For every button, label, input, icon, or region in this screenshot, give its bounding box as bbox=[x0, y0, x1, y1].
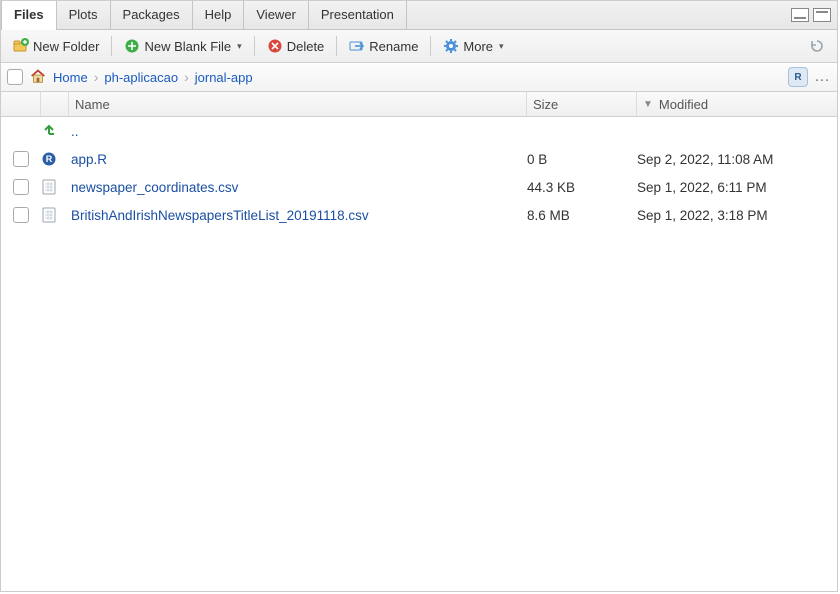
col-modified-header[interactable]: ▼ Modified bbox=[637, 92, 837, 116]
col-size-header[interactable]: Size bbox=[527, 92, 637, 116]
file-name[interactable]: BritishAndIrishNewspapersTitleList_20191… bbox=[71, 208, 369, 223]
tab-presentation[interactable]: Presentation bbox=[309, 1, 407, 29]
maximize-pane-icon[interactable] bbox=[813, 8, 831, 22]
file-modified: Sep 1, 2022, 3:18 PM bbox=[637, 208, 837, 223]
tabstrip: Files Plots Packages Help Viewer Present… bbox=[1, 1, 837, 30]
refresh-icon bbox=[809, 38, 825, 54]
file-row[interactable]: BritishAndIrishNewspapersTitleList_20191… bbox=[1, 201, 837, 229]
csv-file-icon bbox=[41, 207, 57, 223]
file-row[interactable]: newspaper_coordinates.csv 44.3 KB Sep 1,… bbox=[1, 173, 837, 201]
up-directory-row[interactable]: .. bbox=[1, 117, 837, 145]
col-name-header[interactable]: Name bbox=[69, 92, 527, 116]
select-all-checkbox[interactable] bbox=[7, 69, 23, 85]
minimize-pane-icon[interactable] bbox=[791, 8, 809, 22]
csv-file-icon bbox=[41, 179, 57, 195]
home-icon[interactable] bbox=[29, 67, 47, 88]
file-name[interactable]: newspaper_coordinates.csv bbox=[71, 180, 238, 195]
tab-packages[interactable]: Packages bbox=[111, 1, 193, 29]
file-modified: Sep 1, 2022, 6:11 PM bbox=[637, 180, 837, 195]
r-project-icon[interactable]: R bbox=[788, 67, 808, 87]
tab-help[interactable]: Help bbox=[193, 1, 245, 29]
plus-icon bbox=[124, 38, 140, 54]
more-options-icon[interactable]: … bbox=[814, 68, 831, 86]
new-folder-label: New Folder bbox=[33, 39, 99, 54]
new-blank-file-label: New Blank File bbox=[144, 39, 231, 54]
up-arrow-icon bbox=[41, 122, 57, 141]
rename-button[interactable]: Rename bbox=[343, 35, 424, 57]
grid-header: Name Size ▼ Modified bbox=[1, 92, 837, 117]
crumb-level2[interactable]: jornal-app bbox=[195, 70, 253, 85]
gear-icon bbox=[443, 38, 459, 54]
row-checkbox[interactable] bbox=[13, 207, 29, 223]
file-modified: Sep 2, 2022, 11:08 AM bbox=[637, 152, 837, 167]
row-checkbox[interactable] bbox=[13, 179, 29, 195]
tab-plots[interactable]: Plots bbox=[57, 1, 111, 29]
rename-label: Rename bbox=[369, 39, 418, 54]
chevron-right-icon: › bbox=[184, 69, 189, 85]
file-size: 44.3 KB bbox=[527, 180, 637, 195]
breadcrumb: Home › ph-aplicacao › jornal-app R … bbox=[1, 63, 837, 92]
refresh-button[interactable] bbox=[803, 35, 831, 57]
more-label: More bbox=[463, 39, 493, 54]
up-directory-label: .. bbox=[71, 124, 79, 139]
sort-desc-icon: ▼ bbox=[643, 99, 653, 110]
more-button[interactable]: More ▾ bbox=[437, 35, 509, 57]
file-list: .. R app.R 0 B Sep 2, 2022, 11:08 AM bbox=[1, 117, 837, 591]
svg-text:R: R bbox=[46, 154, 53, 164]
col-modified-label: Modified bbox=[659, 97, 708, 112]
delete-button[interactable]: Delete bbox=[261, 35, 331, 57]
file-size: 0 B bbox=[527, 152, 637, 167]
files-toolbar: New Folder New Blank File ▾ Delete bbox=[1, 30, 837, 63]
file-name[interactable]: app.R bbox=[71, 152, 107, 167]
crumb-level1[interactable]: ph-aplicacao bbox=[104, 70, 178, 85]
dropdown-arrow-icon: ▾ bbox=[499, 41, 504, 52]
new-blank-file-button[interactable]: New Blank File ▾ bbox=[118, 35, 247, 57]
files-pane: Files Plots Packages Help Viewer Present… bbox=[0, 0, 838, 592]
chevron-right-icon: › bbox=[94, 69, 99, 85]
row-checkbox[interactable] bbox=[13, 151, 29, 167]
new-folder-icon bbox=[13, 38, 29, 54]
tab-files[interactable]: Files bbox=[1, 0, 57, 30]
dropdown-arrow-icon: ▾ bbox=[237, 41, 242, 52]
new-folder-button[interactable]: New Folder bbox=[7, 35, 105, 57]
rename-icon bbox=[349, 38, 365, 54]
file-row[interactable]: R app.R 0 B Sep 2, 2022, 11:08 AM bbox=[1, 145, 837, 173]
crumb-home[interactable]: Home bbox=[53, 70, 88, 85]
tab-viewer[interactable]: Viewer bbox=[244, 1, 309, 29]
delete-label: Delete bbox=[287, 39, 325, 54]
file-size: 8.6 MB bbox=[527, 208, 637, 223]
delete-icon bbox=[267, 38, 283, 54]
r-file-icon: R bbox=[41, 151, 57, 167]
